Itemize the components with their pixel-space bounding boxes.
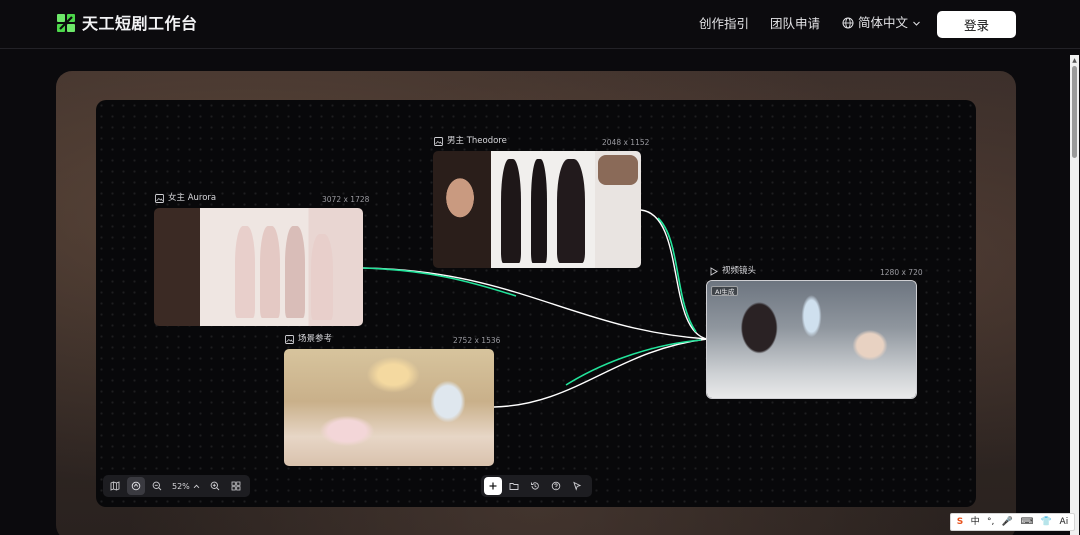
zoom-level-selector[interactable]: 52%	[169, 482, 203, 491]
plus-icon	[489, 482, 497, 490]
ime-logo[interactable]: S	[957, 516, 963, 528]
zoom-level-value: 52%	[172, 481, 190, 491]
hand-icon	[131, 481, 141, 491]
top-header: 天工短剧工作台 创作指引 团队申请 简体中文 登录	[0, 0, 1080, 49]
node-title-scene: 场景参考	[285, 334, 332, 345]
minimap-button[interactable]	[106, 477, 124, 495]
ime-ai[interactable]: Ai	[1060, 516, 1069, 528]
connector-hero-to-shot	[640, 209, 708, 340]
assets-folder-button[interactable]	[505, 477, 523, 495]
brand-logo-icon[interactable]	[56, 13, 76, 33]
zoom-out-button[interactable]	[148, 477, 166, 495]
language-label: 简体中文	[858, 15, 909, 30]
costume-figure	[260, 226, 280, 318]
costume-detail	[598, 155, 638, 185]
image-icon	[155, 194, 164, 203]
scrollbar-thumb[interactable]	[1072, 66, 1077, 158]
language-selector[interactable]: 简体中文	[842, 15, 921, 31]
help-icon	[551, 481, 561, 491]
chevron-down-icon	[913, 21, 920, 26]
zoom-in-icon	[210, 481, 220, 491]
workflow-canvas[interactable]: 女主 Aurora 3072 x 1728 男主 Theodore 2048 x…	[96, 100, 976, 507]
node-size-shot: 1280 x 720	[880, 268, 923, 277]
node-toolbar	[481, 475, 592, 497]
connector-heroine-to-shot	[362, 267, 708, 340]
brand-name[interactable]: 天工短剧工作台	[82, 13, 198, 35]
costume-figure	[531, 159, 547, 263]
connector-hero-to-shot-highlight	[657, 217, 697, 333]
ime-toolbar: S 中 °, 🎤 ⌨ 👕 Ai	[950, 513, 1075, 531]
view-toolbar: 52%	[103, 475, 250, 497]
ime-mode-chinese[interactable]: 中	[971, 516, 980, 528]
node-title-heroine-text: 女主 Aurora	[168, 193, 217, 203]
history-button[interactable]	[526, 477, 544, 495]
costume-figure	[501, 159, 521, 263]
globe-icon	[842, 17, 854, 29]
ime-punctuation[interactable]: °,	[987, 516, 994, 528]
connector-scene-to-shot	[493, 338, 708, 408]
grid-view-button[interactable]	[227, 477, 245, 495]
help-button[interactable]	[547, 477, 565, 495]
history-icon	[531, 482, 539, 490]
scroll-up-arrow-icon[interactable]: ▲	[1071, 57, 1078, 64]
node-size-heroine: 3072 x 1728	[322, 195, 370, 204]
image-icon	[434, 137, 443, 146]
node-title-shot: 视频镜头	[709, 266, 756, 277]
node-title-hero-text: 男主 Theodore	[447, 136, 507, 146]
costume-figure	[557, 159, 585, 263]
add-node-button[interactable]	[484, 477, 502, 495]
node-title-shot-text: 视频镜头	[722, 266, 757, 276]
node-image-heroine[interactable]	[154, 208, 363, 326]
image-icon	[285, 335, 294, 344]
zoom-out-icon	[152, 481, 162, 491]
chevron-up-icon	[193, 484, 200, 488]
node-size-hero: 2048 x 1152	[602, 138, 650, 147]
node-image-hero[interactable]	[433, 151, 641, 268]
node-title-heroine: 女主 Aurora	[155, 193, 216, 204]
grid-icon	[231, 481, 241, 491]
map-icon	[110, 481, 120, 491]
ai-generated-badge: AI生成	[711, 286, 739, 296]
node-title-scene-text: 场景参考	[298, 334, 333, 344]
node-size-scene: 2752 x 1536	[453, 336, 501, 345]
ime-keyboard[interactable]: ⌨	[1020, 516, 1033, 528]
costume-figure	[235, 226, 255, 318]
zoom-in-button[interactable]	[206, 477, 224, 495]
nav-link-guide[interactable]: 创作指引	[699, 16, 749, 32]
ime-skin[interactable]: 👕	[1041, 516, 1052, 528]
costume-figure	[285, 226, 305, 318]
node-video-shot[interactable]: AI生成	[706, 280, 917, 399]
folder-icon	[509, 483, 519, 490]
cursor-icon	[573, 481, 582, 491]
connector-heroine-to-shot-highlight	[362, 267, 517, 297]
node-title-hero: 男主 Theodore	[434, 136, 507, 147]
node-image-scene[interactable]	[284, 349, 494, 466]
costume-figure	[311, 234, 333, 320]
ime-voice[interactable]: 🎤	[1002, 516, 1013, 528]
select-tool-button[interactable]	[568, 477, 586, 495]
login-button[interactable]: 登录	[937, 11, 1016, 38]
nav-link-team-apply[interactable]: 团队申请	[770, 16, 820, 32]
pan-mode-button[interactable]	[127, 477, 145, 495]
connector-scene-to-shot-highlight	[565, 339, 702, 386]
play-icon	[710, 267, 718, 276]
